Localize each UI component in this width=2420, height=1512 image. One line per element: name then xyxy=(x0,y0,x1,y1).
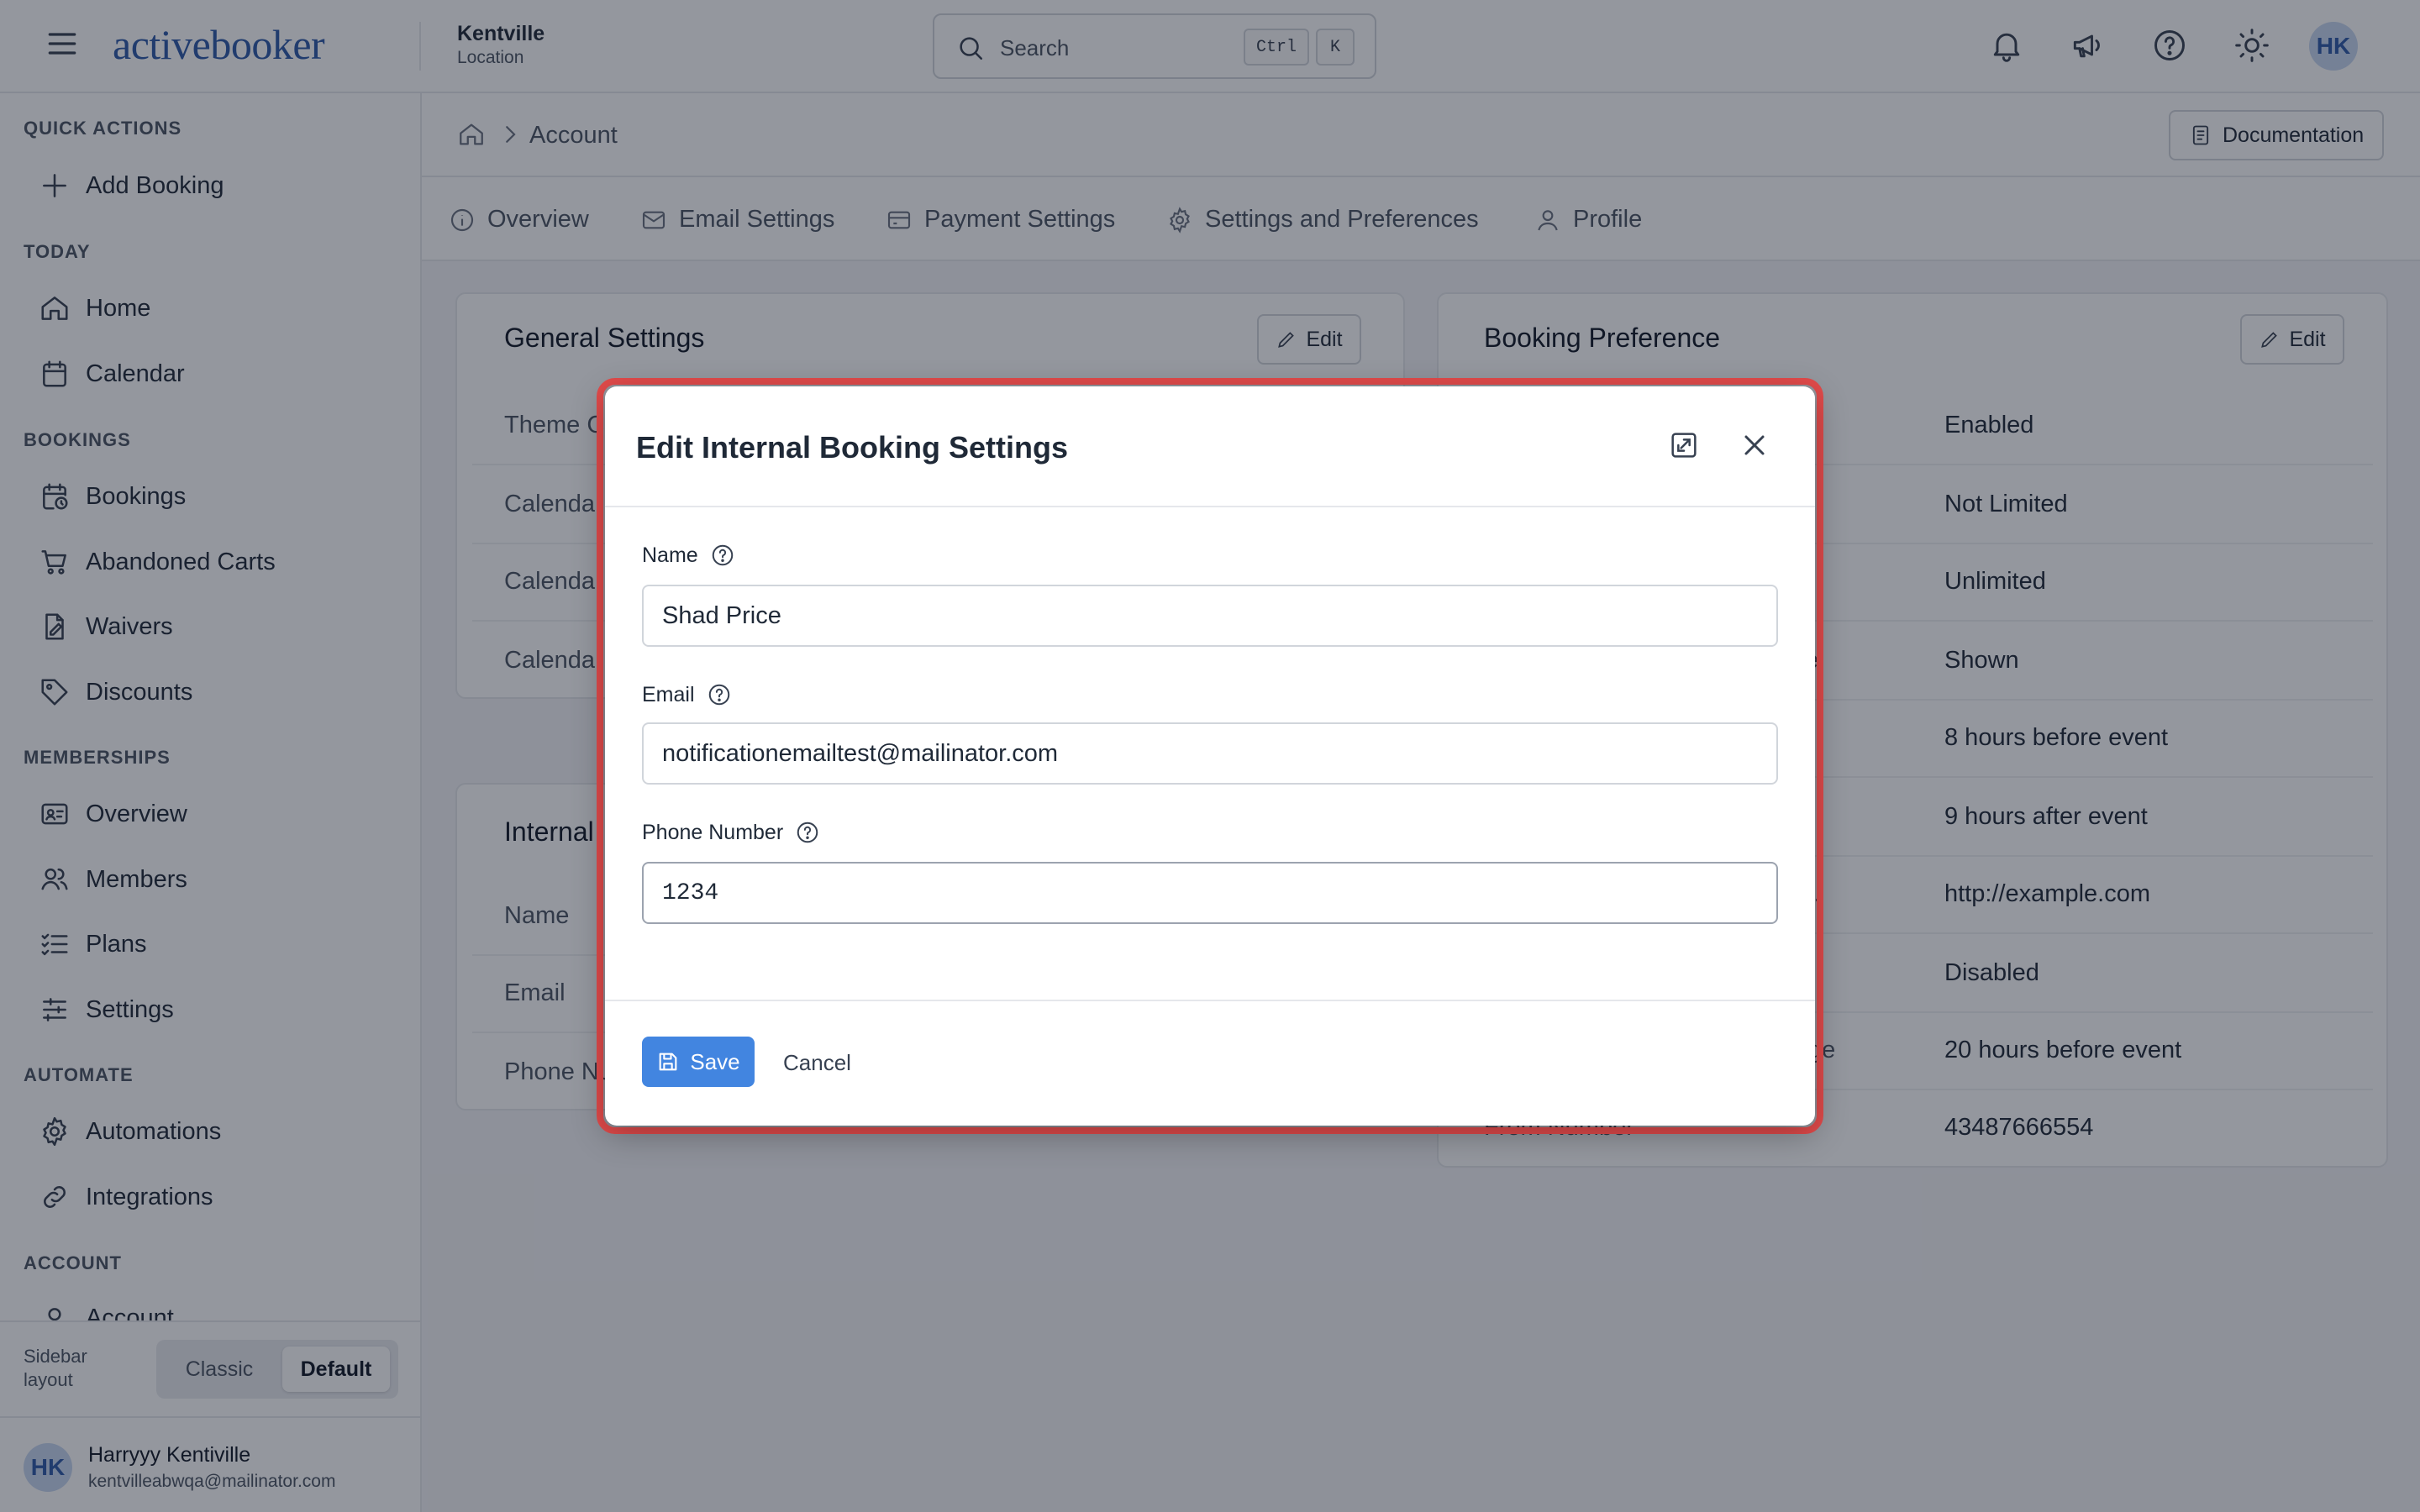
help-icon[interactable] xyxy=(710,543,735,568)
save-label: Save xyxy=(690,1048,740,1074)
expand-icon[interactable] xyxy=(1667,428,1701,462)
edit-internal-booking-dialog: Edit Internal Booking Settings Name Emai… xyxy=(605,386,1815,1126)
floppy-disk-icon xyxy=(659,1053,677,1071)
modal-header-divider xyxy=(605,506,1815,507)
phone-number-input[interactable] xyxy=(642,862,1778,924)
email-label-text: Email xyxy=(642,682,695,706)
phone-number-label: Phone Number xyxy=(642,820,820,845)
name-input[interactable] xyxy=(642,585,1778,647)
modal-title: Edit Internal Booking Settings xyxy=(636,430,1069,465)
email-label: Email xyxy=(642,682,732,707)
save-button[interactable]: Save xyxy=(642,1037,755,1087)
close-icon[interactable] xyxy=(1738,428,1771,462)
help-icon[interactable] xyxy=(795,820,820,845)
email-input[interactable] xyxy=(642,722,1778,785)
phone-label-text: Phone Number xyxy=(642,820,784,844)
help-icon[interactable] xyxy=(707,682,732,707)
name-label: Name xyxy=(642,543,735,568)
cancel-button[interactable]: Cancel xyxy=(783,1050,851,1076)
modal-footer-divider xyxy=(605,1000,1815,1001)
name-label-text: Name xyxy=(642,543,698,567)
